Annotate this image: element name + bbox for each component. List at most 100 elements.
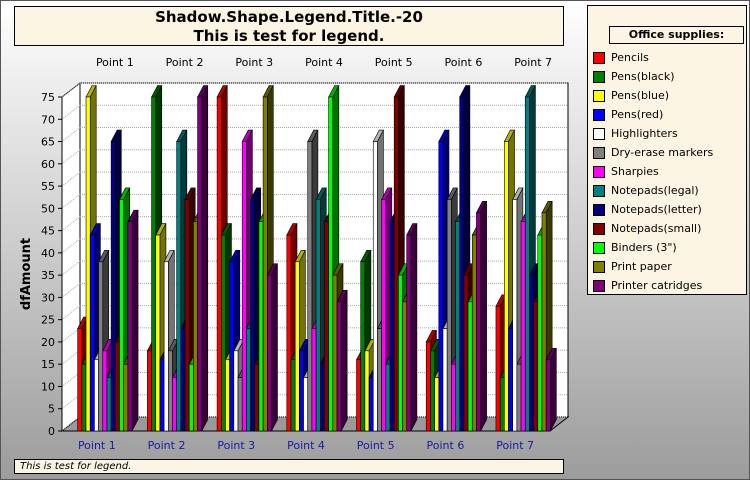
legend-entry: Pens(red) xyxy=(593,105,713,124)
x-tick-label: Point 7 xyxy=(496,439,534,452)
legend-entry: Printer catridges xyxy=(593,276,713,295)
bar xyxy=(250,199,256,432)
bar xyxy=(471,234,477,432)
x-top-tick-label: Point 5 xyxy=(375,56,413,69)
legend-entry: Notepads(small) xyxy=(593,219,713,238)
x-top-tick-label: Point 1 xyxy=(96,56,134,69)
bar xyxy=(163,261,169,432)
y-tick-label: 40 xyxy=(41,247,55,260)
bar xyxy=(319,363,325,432)
legend-label: Notepads(legal) xyxy=(611,184,699,197)
bar xyxy=(425,341,431,432)
footer-note: This is test for legend. xyxy=(14,459,564,474)
bar xyxy=(533,301,539,432)
bar xyxy=(229,261,235,432)
x-top-tick-label: Point 2 xyxy=(166,56,204,69)
bar xyxy=(89,234,95,432)
bar xyxy=(159,359,165,432)
bar xyxy=(225,359,230,432)
legend-entry: Pens(black) xyxy=(593,67,713,86)
legend-label: Pencils xyxy=(611,51,649,64)
y-tick-label: 60 xyxy=(41,158,55,171)
y-tick-label: 50 xyxy=(41,202,55,215)
x-tick-label: Point 3 xyxy=(217,439,255,452)
bar xyxy=(294,261,300,432)
bar xyxy=(381,199,387,432)
bar xyxy=(336,301,342,432)
bar xyxy=(188,363,194,432)
bar xyxy=(377,328,382,432)
bar xyxy=(172,377,177,432)
bar xyxy=(220,234,226,432)
bar xyxy=(81,363,87,432)
legend-swatch xyxy=(593,89,605,102)
bar xyxy=(467,301,473,432)
legend-entry: Sharpies xyxy=(593,162,713,181)
bar xyxy=(434,377,440,432)
bar xyxy=(115,341,120,432)
y-tick-label: 65 xyxy=(41,136,55,149)
bar xyxy=(508,328,513,432)
x-tick-label: Point 4 xyxy=(287,439,325,452)
bar xyxy=(324,221,329,432)
y-tick-label: 5 xyxy=(48,403,55,416)
legend: Office supplies: Pencils Pens(black) Pens(… xyxy=(587,5,747,295)
bar xyxy=(254,363,260,432)
legend-swatch xyxy=(593,203,605,216)
bar xyxy=(504,141,509,432)
bar xyxy=(356,359,362,432)
legend-swatch xyxy=(593,222,605,235)
legend-label: Notepads(letter) xyxy=(611,203,702,216)
y-tick-label: 75 xyxy=(41,91,55,104)
bar xyxy=(193,221,198,432)
bar xyxy=(303,377,309,432)
bar xyxy=(94,359,99,432)
legend-entry: Notepads(legal) xyxy=(593,181,713,200)
legend-label: Binders (3") xyxy=(611,241,677,254)
y-tick-label: 35 xyxy=(41,269,55,282)
bar xyxy=(393,96,399,432)
x-tick-label: Point 6 xyxy=(427,439,465,452)
bar xyxy=(127,221,133,432)
legend-swatch xyxy=(593,51,605,64)
legend-swatch xyxy=(593,260,605,273)
y-tick-label: 15 xyxy=(41,358,55,371)
bar xyxy=(442,328,448,432)
legend-swatch xyxy=(593,127,605,140)
legend-swatch xyxy=(593,70,605,83)
bar-side xyxy=(410,223,418,432)
bar xyxy=(85,96,91,432)
bar xyxy=(233,350,239,432)
bar xyxy=(290,359,296,432)
legend-label: Print paper xyxy=(611,260,672,273)
legend-label: Pens(red) xyxy=(611,108,664,121)
bar xyxy=(262,96,268,432)
bar xyxy=(123,363,129,432)
bar xyxy=(541,212,547,432)
bar xyxy=(476,212,481,432)
bar xyxy=(176,141,182,432)
legend-swatch xyxy=(593,184,605,197)
y-axis-label: dfAmount xyxy=(19,238,34,310)
bar-side xyxy=(550,348,557,432)
legend-entry: Dry-erase markers xyxy=(593,143,713,162)
bar xyxy=(524,96,530,432)
bar xyxy=(307,141,313,432)
bar xyxy=(77,328,83,432)
legend-entry: Notepads(letter) xyxy=(593,200,713,219)
bar xyxy=(184,199,190,432)
legend-title: Office supplies: xyxy=(609,26,744,44)
legend-label: Sharpies xyxy=(611,165,659,178)
bar xyxy=(520,221,526,432)
bar xyxy=(197,96,203,432)
bar xyxy=(360,261,366,432)
bar xyxy=(311,328,317,432)
y-tick-label: 70 xyxy=(41,113,55,126)
y-tick-label: 10 xyxy=(41,380,55,393)
legend-label: Notepads(small) xyxy=(611,222,702,235)
bar xyxy=(364,350,370,432)
bar xyxy=(545,359,551,432)
bar xyxy=(286,234,292,432)
bar xyxy=(406,234,412,432)
bar xyxy=(155,234,161,432)
